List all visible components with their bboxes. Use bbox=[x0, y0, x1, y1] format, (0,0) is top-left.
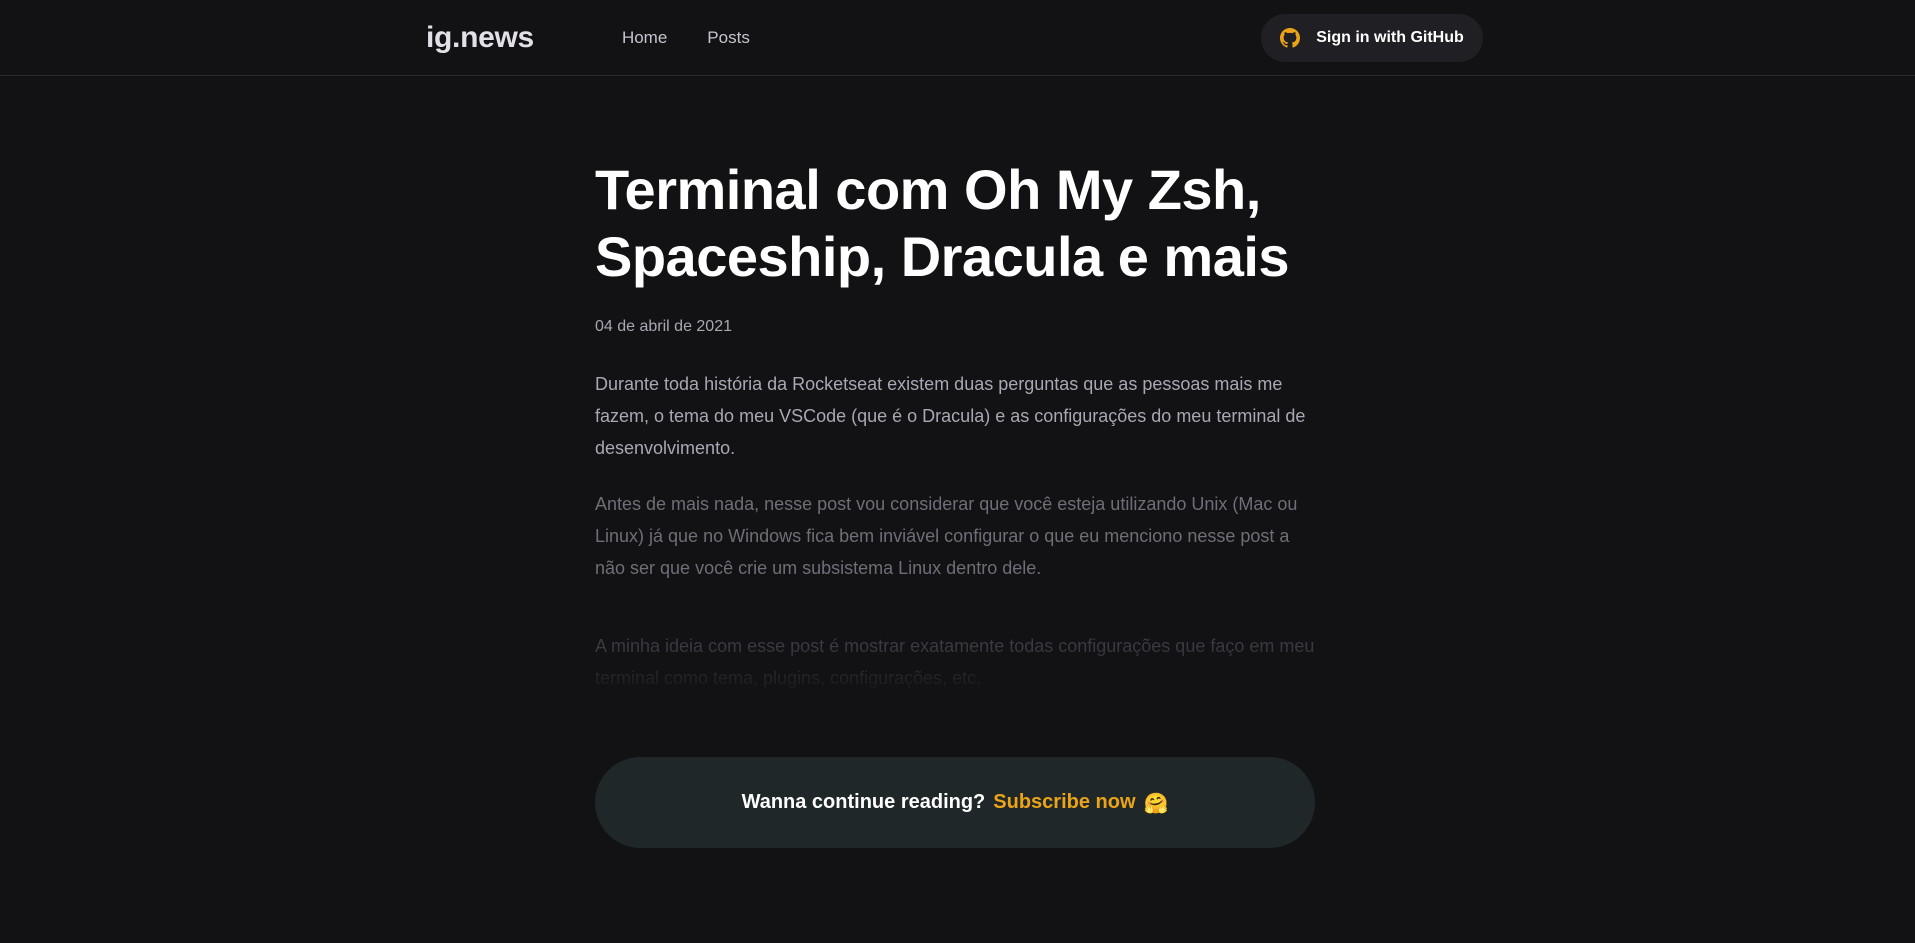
github-icon bbox=[1280, 28, 1301, 48]
post-article: Terminal com Oh My Zsh, Spaceship, Dracu… bbox=[595, 156, 1315, 718]
post-date: 04 de abril de 2021 bbox=[595, 318, 732, 335]
continue-reading-banner: Wanna continue reading? Subscribe now 🤗 bbox=[595, 757, 1315, 848]
main-nav: Home Posts bbox=[622, 0, 750, 76]
site-logo[interactable]: ig.news bbox=[426, 21, 534, 55]
post-title: Terminal com Oh My Zsh, Spaceship, Dracu… bbox=[595, 158, 1290, 288]
site-header: ig.news Home Posts Sign in with GitHub bbox=[0, 0, 1915, 76]
sign-in-github-button[interactable]: Sign in with GitHub bbox=[1261, 14, 1483, 62]
continue-reading-prompt: Wanna continue reading? bbox=[741, 791, 986, 813]
post-paragraph: A minha ideia com esse post é mostrar ex… bbox=[595, 636, 1315, 688]
header-content: ig.news Home Posts Sign in with GitHub bbox=[426, 0, 1483, 76]
post-paragraph: Durante toda história da Rocketseat exis… bbox=[595, 374, 1306, 458]
nav-link-home[interactable]: Home bbox=[622, 28, 667, 48]
sign-in-label: Sign in with GitHub bbox=[1316, 29, 1464, 46]
subscribe-now-link[interactable]: Subscribe now bbox=[993, 791, 1135, 814]
hugging-face-emoji-icon: 🤗 bbox=[1143, 790, 1169, 815]
post-paragraph: Antes de mais nada, nesse post vou consi… bbox=[595, 494, 1298, 578]
post-preview-content: Durante toda história da Rocketseat exis… bbox=[595, 368, 1315, 706]
nav-link-posts[interactable]: Posts bbox=[707, 28, 750, 48]
